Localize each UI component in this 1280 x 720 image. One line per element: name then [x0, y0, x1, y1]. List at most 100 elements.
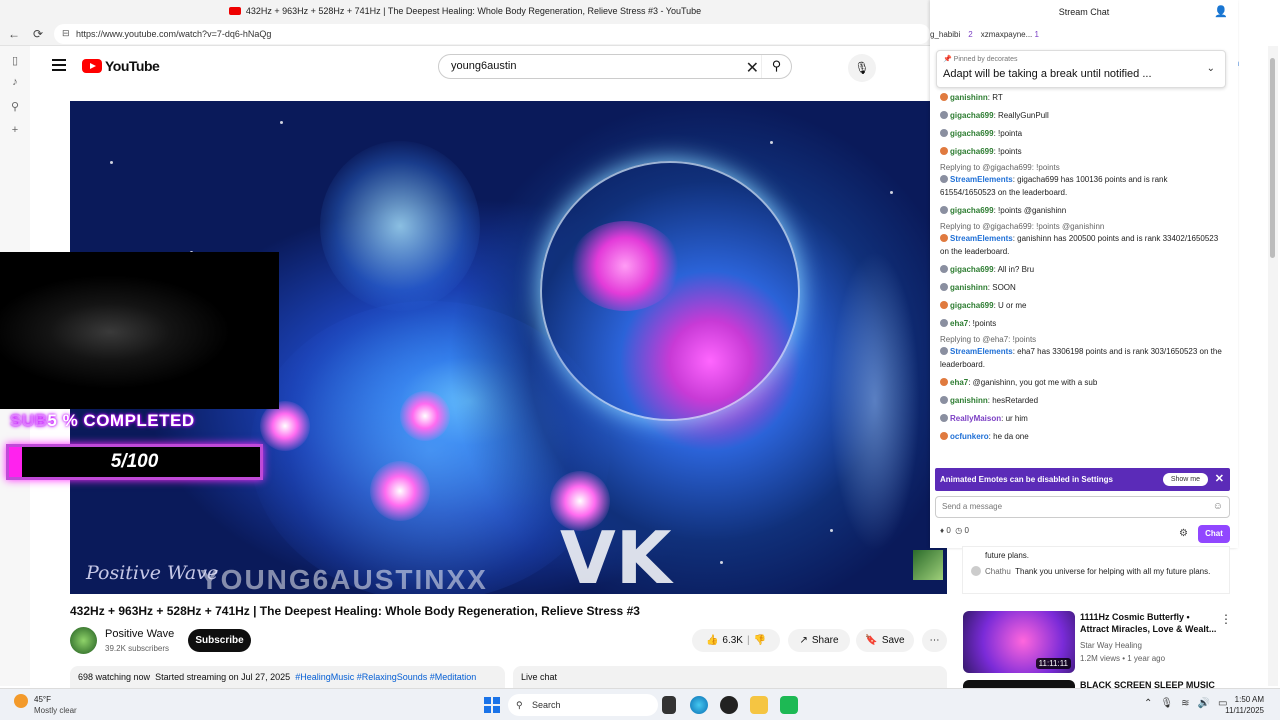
emote-picker-icon[interactable]: ☺: [1213, 497, 1223, 517]
more-actions-icon[interactable]: ⋯: [922, 629, 947, 652]
taskbar-search[interactable]: ⚲ Search: [508, 694, 658, 716]
task-view-icon[interactable]: [662, 696, 676, 714]
gear-icon[interactable]: ⚙: [1179, 528, 1188, 539]
more-options-icon[interactable]: ⋮: [1220, 612, 1232, 626]
chat-message[interactable]: gigacha699: ReallyGunPull: [940, 109, 1224, 122]
chat-message[interactable]: eha7: !points: [940, 317, 1224, 330]
clock[interactable]: 1:50 AM 11/11/2025: [1225, 694, 1264, 716]
search-icon[interactable]: ⚲: [761, 55, 791, 78]
clear-search-icon[interactable]: ✕: [746, 57, 759, 80]
chat-username[interactable]: eha7: [950, 378, 968, 387]
search-input[interactable]: young6austin ✕ ⚲: [438, 54, 792, 79]
channel-watermark-icon[interactable]: [913, 550, 943, 580]
audio-icon[interactable]: ♪: [8, 76, 22, 90]
pinned-message[interactable]: 📌 Pinned by decorates Adapt will be taki…: [936, 50, 1226, 88]
windows-start-icon[interactable]: [484, 697, 500, 713]
dislike-icon[interactable]: 👎: [754, 635, 766, 646]
recommendation-thumbnail[interactable]: [963, 680, 1075, 688]
add-icon[interactable]: +: [8, 124, 22, 138]
menu-icon[interactable]: [52, 59, 66, 71]
star: [830, 529, 833, 532]
file-explorer-icon[interactable]: [750, 696, 768, 714]
chat-message[interactable]: StreamElements: eha7 has 3306198 points …: [940, 345, 1224, 371]
send-message-input[interactable]: Send a message ☺: [935, 496, 1230, 518]
channel-points[interactable]: ♦ 0 ◷ 0: [940, 526, 969, 535]
chat-username[interactable]: ganishinn: [950, 283, 988, 292]
chat-message[interactable]: ReallyMaison: ur him: [940, 412, 1224, 425]
sidebar-tab-icon[interactable]: ▯: [8, 54, 22, 68]
viewer-entry[interactable]: g_habibi: [930, 30, 960, 39]
page-scrollbar[interactable]: [1268, 46, 1278, 686]
close-icon[interactable]: ✕: [1215, 468, 1224, 491]
chat-message[interactable]: StreamElements: ganishinn has 200500 poi…: [940, 232, 1224, 258]
chat-username[interactable]: eha7: [950, 319, 968, 328]
chat-text: : RT: [987, 93, 1003, 102]
chat-message[interactable]: ganishinn: hesRetarded: [940, 394, 1224, 407]
channel-avatar[interactable]: [70, 627, 97, 654]
sub-goal-progress-bar: 5/100: [6, 444, 263, 480]
chat-message[interactable]: ocfunkero: he da one: [940, 430, 1224, 443]
live-chat-header[interactable]: Live chat: [513, 666, 947, 688]
pinned-by-label: 📌 Pinned by decorates: [943, 56, 1018, 63]
scroll-thumb[interactable]: [1270, 58, 1275, 258]
chat-username[interactable]: gigacha699: [950, 111, 994, 120]
chat-message[interactable]: gigacha699: !points @ganishinn: [940, 204, 1224, 217]
chat-message[interactable]: gigacha699: All in? Bru: [940, 263, 1224, 276]
share-button[interactable]: ↗ Share: [788, 629, 850, 652]
recommendation-title[interactable]: BLACK SCREEN SLEEP MUSIC: [1080, 680, 1225, 688]
back-icon[interactable]: ←: [6, 26, 22, 42]
like-icon[interactable]: 👍: [706, 635, 718, 646]
media-player-icon[interactable]: [720, 696, 738, 714]
chat-message[interactable]: ganishinn: RT: [940, 91, 1224, 104]
subscribe-button[interactable]: Subscribe: [188, 629, 251, 652]
viewer-entry[interactable]: 2: [968, 30, 972, 39]
channel-name[interactable]: Positive Wave: [105, 628, 174, 640]
hashtags[interactable]: #HealingMusic #RelaxingSounds #Meditatio…: [295, 672, 476, 682]
webcam-overlay: [0, 252, 279, 409]
microphone-icon[interactable]: 🎙: [848, 54, 876, 82]
youtube-live-chat[interactable]: future plans. Chathu Thank you universe …: [962, 546, 1230, 594]
chat-send-button[interactable]: Chat: [1198, 525, 1230, 543]
chat-message[interactable]: gigacha699: !points: [940, 145, 1224, 158]
edge-browser-icon[interactable]: [690, 696, 708, 714]
url-text[interactable]: https://www.youtube.com/watch?v=7-dq6-hN…: [76, 29, 271, 39]
chat-message[interactable]: StreamElements: gigacha699 has 100136 po…: [940, 173, 1224, 199]
chat-username[interactable]: gigacha699: [950, 301, 994, 310]
chat-username[interactable]: ocfunkero: [950, 432, 989, 441]
chat-username[interactable]: gigacha699: [950, 265, 994, 274]
tab-title[interactable]: 432Hz + 963Hz + 528Hz + 741Hz | The Deep…: [246, 6, 701, 16]
user-list-icon[interactable]: 👤: [1214, 5, 1228, 18]
search-side-icon[interactable]: ⚲: [8, 100, 22, 114]
chat-message[interactable]: gigacha699: !pointa: [940, 127, 1224, 140]
chat-username[interactable]: ReallyMaison: [950, 414, 1001, 423]
chat-message[interactable]: eha7: @ganishinn, you got me with a sub: [940, 376, 1224, 389]
app-icon[interactable]: [780, 696, 798, 714]
recommendation-thumbnail[interactable]: 11:11:11: [963, 611, 1075, 673]
youtube-logo[interactable]: YouTube: [82, 58, 160, 74]
chat-username[interactable]: ganishinn: [950, 396, 988, 405]
show-me-button[interactable]: Show me: [1162, 473, 1208, 486]
recommendation-title[interactable]: 1111Hz Cosmic Butterfly • Attract Miracl…: [1080, 611, 1220, 635]
recommendation-channel[interactable]: Star Way Healing: [1080, 641, 1142, 650]
chat-username[interactable]: StreamElements: [950, 347, 1013, 356]
chat-line: future plans.: [985, 551, 1030, 560]
system-tray[interactable]: ⌃ 🎙 ≋ 🔊 ▭: [1144, 698, 1227, 709]
like-count[interactable]: 6.3K: [722, 635, 743, 646]
chat-username[interactable]: StreamElements: [950, 234, 1013, 243]
chat-message-list[interactable]: ganishinn: RT gigacha699: ReallyGunPull gi…: [940, 91, 1224, 448]
chat-username[interactable]: gigacha699: [950, 206, 994, 215]
address-bar[interactable]: ⊟ https://www.youtube.com/watch?v=7-dq6-…: [54, 24, 930, 44]
chat-message[interactable]: ganishinn: SOON: [940, 281, 1224, 294]
chat-username[interactable]: gigacha699: [950, 147, 994, 156]
chat-message[interactable]: gigacha699: U or me: [940, 299, 1224, 312]
chat-username[interactable]: ganishinn: [950, 93, 988, 102]
chat-username[interactable]: StreamElements: [950, 175, 1013, 184]
save-button[interactable]: 🔖 Save: [856, 629, 914, 652]
site-info-icon[interactable]: ⊟: [62, 28, 70, 39]
brain-glow: [570, 221, 680, 311]
reload-icon[interactable]: ⟳: [30, 26, 46, 42]
chat-username[interactable]: gigacha699: [950, 129, 994, 138]
viewer-entry[interactable]: xzmaxpayne... 1: [981, 30, 1039, 39]
description-bar[interactable]: 698 watching now Started streaming on Ju…: [70, 666, 505, 688]
chevron-down-icon[interactable]: ⌄: [1207, 63, 1215, 74]
